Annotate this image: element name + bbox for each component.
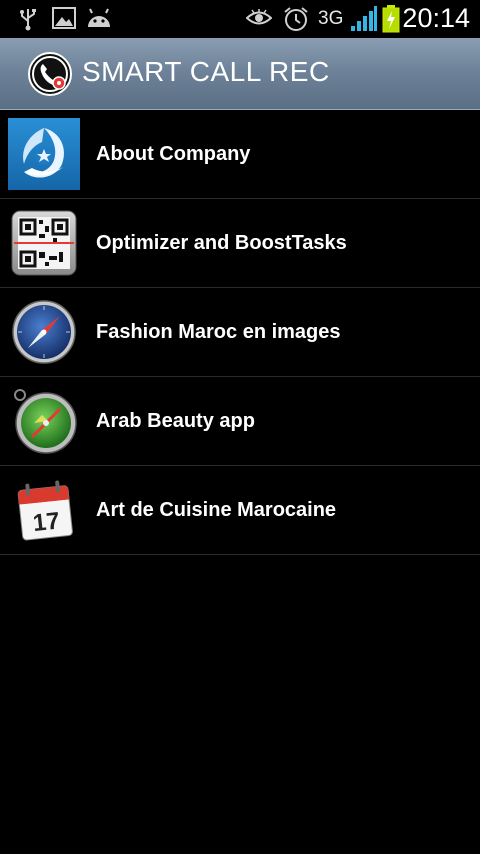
company-logo-icon	[8, 118, 80, 190]
clock: 20:14	[402, 3, 470, 33]
list-item-optimizer[interactable]: Optimizer and BoostTasks	[0, 199, 480, 288]
list-item-label: Arab Beauty app	[96, 410, 255, 432]
list-item-fashion-maroc[interactable]: Fashion Maroc en images	[0, 288, 480, 377]
list-item-art-cuisine[interactable]: 17 Art de Cuisine Marocaine	[0, 466, 480, 555]
qr-scanner-icon	[11, 210, 77, 276]
android-icon	[88, 8, 110, 27]
list-item-label: About Company	[96, 143, 251, 165]
eye-icon	[246, 9, 272, 25]
list-item-about-company[interactable]: About Company	[0, 110, 480, 199]
compass-icon	[12, 300, 76, 364]
calendar-icon: 17	[17, 480, 73, 541]
alarm-icon	[284, 7, 308, 31]
green-stopwatch-icon	[14, 389, 77, 454]
list-item-label: Optimizer and BoostTasks	[96, 232, 347, 254]
list-item-label: Art de Cuisine Marocaine	[96, 499, 337, 521]
status-bar: 3G 20:14	[0, 0, 480, 38]
network-type: 3G	[318, 8, 344, 29]
phone-record-icon[interactable]	[28, 52, 72, 96]
signal-icon	[351, 6, 377, 31]
battery-charging-icon	[382, 5, 400, 33]
svg-text:17: 17	[32, 508, 61, 538]
image-icon	[52, 7, 76, 29]
list-item-label: Fashion Maroc en images	[96, 321, 341, 343]
app-title: SMART CALL REC	[82, 56, 330, 87]
usb-icon	[20, 9, 36, 31]
action-bar: SMART CALL REC	[0, 38, 480, 110]
list-item-arab-beauty[interactable]: Arab Beauty app	[0, 377, 480, 466]
app-list: About Company Optimizer and BoostTasks F…	[0, 110, 480, 555]
screen: 3G 20:14 SMART CALL REC About Company Op…	[0, 0, 480, 854]
